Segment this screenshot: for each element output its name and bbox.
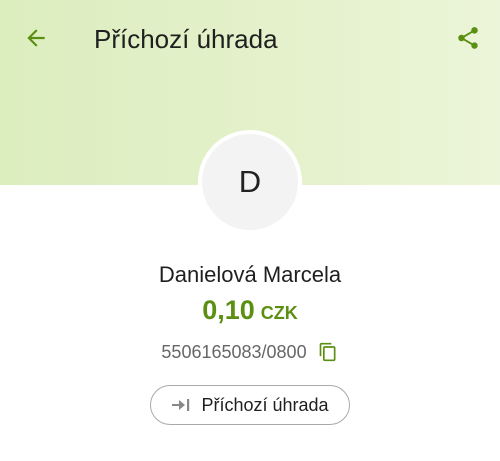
page-title: Příchozí úhrada [94, 24, 278, 54]
account-row: 5506165083/0800 [0, 340, 500, 364]
amount-value: 0,10 [202, 295, 255, 325]
copy-icon [319, 342, 336, 362]
amount: 0,10 CZK [0, 294, 500, 326]
counterparty-name: Danielová Marcela [158, 262, 342, 287]
incoming-arrow-icon [171, 397, 193, 413]
amount-currency: CZK [260, 303, 298, 323]
transaction-type-chip[interactable]: Příchozí úhrada [150, 385, 350, 425]
toolbar: Příchozí úhrada [0, 0, 500, 78]
avatar-initial: D [202, 134, 298, 230]
avatar: D [198, 130, 302, 234]
arrow-left-icon [27, 29, 45, 47]
share-icon [458, 27, 478, 49]
transaction-detail-screen: Příchozí úhrada D Danielová Marcela 0,10… [0, 0, 500, 461]
back-button[interactable] [14, 16, 58, 60]
account-number: 5506165083/0800 [161, 342, 307, 362]
copy-account-button[interactable] [317, 341, 339, 363]
transaction-type-label: Příchozí úhrada [201, 394, 329, 415]
share-button[interactable] [446, 16, 490, 60]
